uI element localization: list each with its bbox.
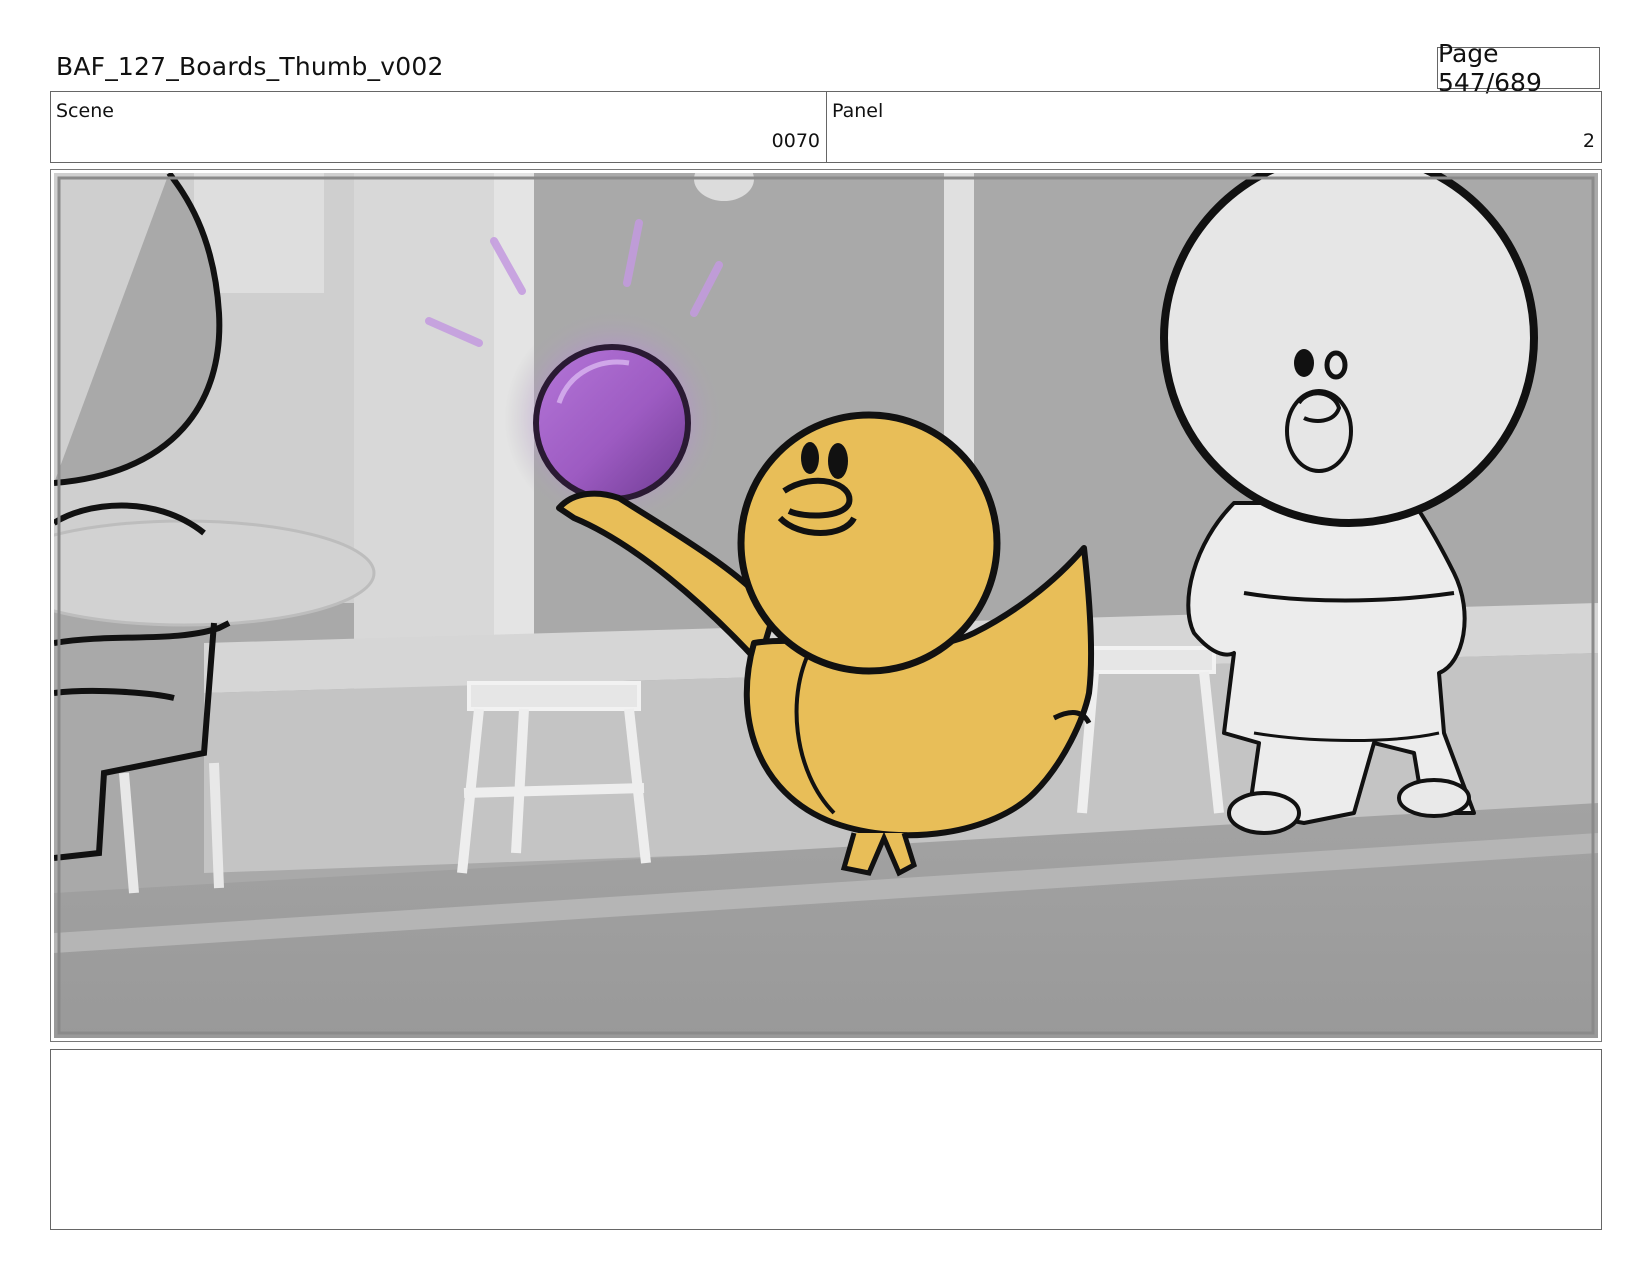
panel-cell: Panel 2 <box>827 92 1601 162</box>
orb <box>533 344 691 502</box>
panel-label: Panel <box>832 100 884 122</box>
notes-box <box>50 1049 1602 1230</box>
page-number: Page 547/689 <box>1438 39 1542 97</box>
panel-number: 2 <box>1582 130 1595 152</box>
scene-number: 0070 <box>771 130 820 152</box>
document-title: BAF_127_Boards_Thumb_v002 <box>56 52 444 81</box>
page-number-box: Page 547/689 <box>1437 39 1600 97</box>
pillar-left <box>354 173 494 693</box>
scene-panel-info: Scene 0070 Panel 2 <box>50 91 1602 163</box>
storyboard-panel-image <box>54 173 1598 1038</box>
scene-label: Scene <box>56 100 114 122</box>
storyboard-frame <box>50 169 1602 1042</box>
panel-illustration <box>54 173 1598 1038</box>
scene-cell: Scene 0070 <box>51 92 827 162</box>
